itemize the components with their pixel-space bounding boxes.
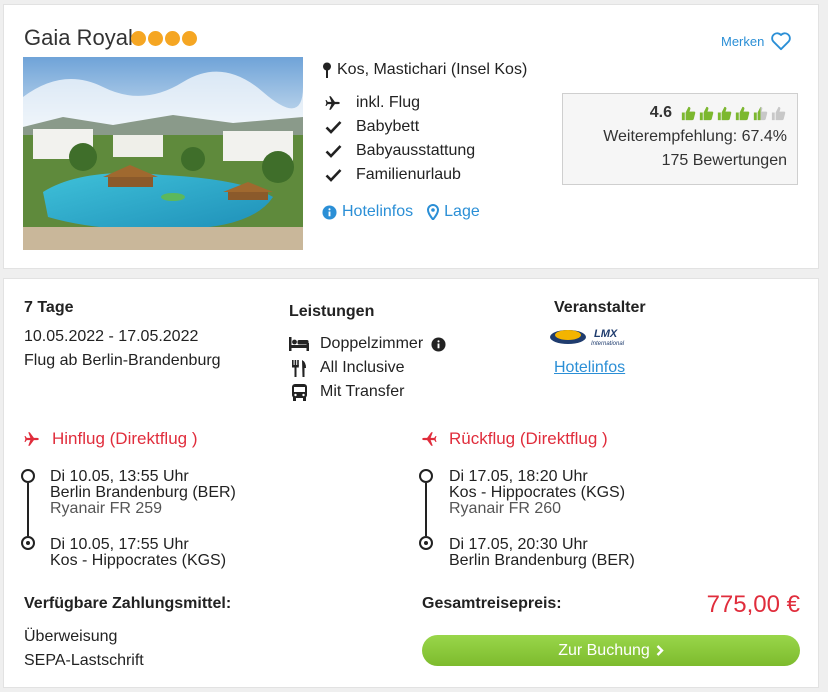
hotel-card: Gaia Royal Merken Kos, Mastichari (Insel… (3, 4, 819, 269)
operator-logo-text: LMX (594, 328, 618, 340)
location-text: Kos, Mastichari (Insel Kos) (337, 61, 528, 78)
plane-icon (322, 94, 344, 112)
total-price: 775,00 € (706, 591, 800, 618)
feature-label: Babyausstattung (356, 142, 476, 159)
check-icon (322, 168, 344, 182)
service-label: All Inclusive (320, 359, 405, 376)
thumb-up-icon (699, 106, 714, 120)
payment-title: Verfügbare Zahlungsmittel: (24, 595, 232, 612)
trip-duration: 7 Tage (24, 299, 74, 316)
rating-thumbs (680, 105, 787, 122)
service-item: Mit Transfer (289, 383, 404, 401)
book-button[interactable]: Zur Buchung (422, 635, 800, 666)
offer-card: 7 Tage 10.05.2022 - 17.05.2022 Flug ab B… (3, 278, 819, 688)
operator-title: Veranstalter (554, 299, 646, 316)
thumb-up-icon (681, 106, 696, 120)
map-pin-icon (322, 62, 332, 78)
timeline-end-icon (21, 536, 35, 550)
rating-value: 4.6 (649, 104, 672, 121)
timeline-start-icon (419, 469, 433, 483)
star-icon (131, 31, 146, 46)
departure-airport: Kos - Hippocrates (KGS) (449, 484, 626, 501)
location: Kos, Mastichari (Insel Kos) (322, 61, 527, 79)
service-item: All Inclusive (289, 359, 404, 377)
heart-icon (770, 31, 792, 51)
payment-method: SEPA-Lastschrift (24, 652, 144, 669)
operator-logo-subtext: International (591, 341, 625, 347)
arrival-airport: Berlin Brandenburg (BER) (449, 552, 635, 569)
recommendation-rate: Weiterempfehlung: 67.4% (603, 128, 787, 145)
departure-airport: Berlin Brandenburg (BER) (50, 484, 236, 501)
services-title: Leistungen (289, 303, 375, 320)
book-button-label: Zur Buchung (558, 641, 650, 659)
airline: Ryanair FR 259 (50, 500, 163, 517)
lage-label: Lage (444, 203, 480, 220)
return-header: Rückflug (Direktflug ) (419, 429, 608, 449)
map-marker-icon (427, 204, 440, 220)
return-title: Rückflug (Direktflug ) (449, 429, 608, 448)
total-price-label: Gesamtreisepreis: (422, 595, 562, 612)
thumb-up-icon (771, 106, 786, 120)
thumb-up-icon (735, 106, 750, 120)
thumb-up-icon (753, 106, 768, 120)
star-icon (165, 31, 180, 46)
chevron-right-icon (656, 645, 664, 656)
timeline-end-icon (419, 536, 433, 550)
rating-box: 4.6 Weiterempfehlung: 67.4% 175 Bewertun… (562, 93, 798, 185)
return-arrival: Di 17.05, 20:30 Uhr Berlin Brandenburg (… (449, 537, 635, 569)
operator-hotelinfos-link[interactable]: Hotelinfos (554, 359, 625, 377)
merken-label: Merken (721, 33, 765, 49)
feature-item: inkl. Flug (322, 94, 420, 112)
hotel-name[interactable]: Gaia Royal (24, 25, 133, 51)
feature-label: inkl. Flug (356, 94, 421, 111)
feature-label: Babybett (356, 118, 420, 135)
service-label: Doppelzimmer (320, 335, 424, 352)
return-timeline (419, 469, 433, 550)
return-departure: Di 17.05, 18:20 Uhr Kos - Hippocrates (K… (449, 469, 625, 517)
merken-button[interactable]: Merken (721, 31, 792, 51)
plane-icon (22, 430, 42, 448)
plane-icon (419, 430, 439, 448)
bed-icon (289, 337, 309, 351)
outbound-departure: Di 10.05, 13:55 Uhr Berlin Brandenburg (… (50, 469, 236, 517)
outbound-title: Hinflug (Direktflug ) (52, 429, 198, 448)
feature-item: Babyausstattung (322, 142, 475, 160)
cutlery-icon (289, 359, 309, 377)
outbound-header: Hinflug (Direktflug ) (22, 429, 198, 449)
hotel-links: Hotelinfos Lage (322, 203, 480, 221)
feature-label: Familienurlaub (356, 166, 461, 183)
payment-method: Überweisung (24, 628, 118, 645)
feature-item: Babybett (322, 118, 419, 136)
hotelinfos-label: Hotelinfos (342, 203, 414, 220)
timeline-start-icon (21, 469, 35, 483)
hotel-star-rating (131, 31, 197, 46)
outbound-timeline (21, 469, 35, 550)
operator-logo: LMX International (548, 324, 628, 353)
check-icon (322, 144, 344, 158)
star-icon (182, 31, 197, 46)
service-label: Mit Transfer (320, 383, 405, 400)
trip-dates: 10.05.2022 - 17.05.2022 (24, 328, 199, 345)
star-icon (148, 31, 163, 46)
service-item: Doppelzimmer (289, 335, 457, 353)
info-circle-icon (322, 204, 337, 220)
hotelinfos-link[interactable]: Hotelinfos (322, 203, 413, 221)
arrival-airport: Kos - Hippocrates (KGS) (50, 552, 227, 569)
departure-time: Di 10.05, 13:55 Uhr (50, 468, 189, 485)
arrival-time: Di 17.05, 20:30 Uhr (449, 536, 588, 553)
departure-airport: Flug ab Berlin-Brandenburg (24, 352, 221, 369)
outbound-arrival: Di 10.05, 17:55 Uhr Kos - Hippocrates (K… (50, 537, 226, 569)
airline: Ryanair FR 260 (449, 500, 562, 517)
arrival-time: Di 10.05, 17:55 Uhr (50, 536, 189, 553)
thumb-up-icon (717, 106, 732, 120)
info-circle-icon[interactable] (431, 336, 446, 352)
hotel-photo[interactable] (23, 57, 303, 250)
review-count[interactable]: 175 Bewertungen (563, 149, 787, 173)
departure-time: Di 17.05, 18:20 Uhr (449, 468, 588, 485)
bus-icon (289, 383, 309, 401)
feature-item: Familienurlaub (322, 166, 461, 184)
check-icon (322, 120, 344, 134)
lage-link[interactable]: Lage (427, 203, 480, 221)
